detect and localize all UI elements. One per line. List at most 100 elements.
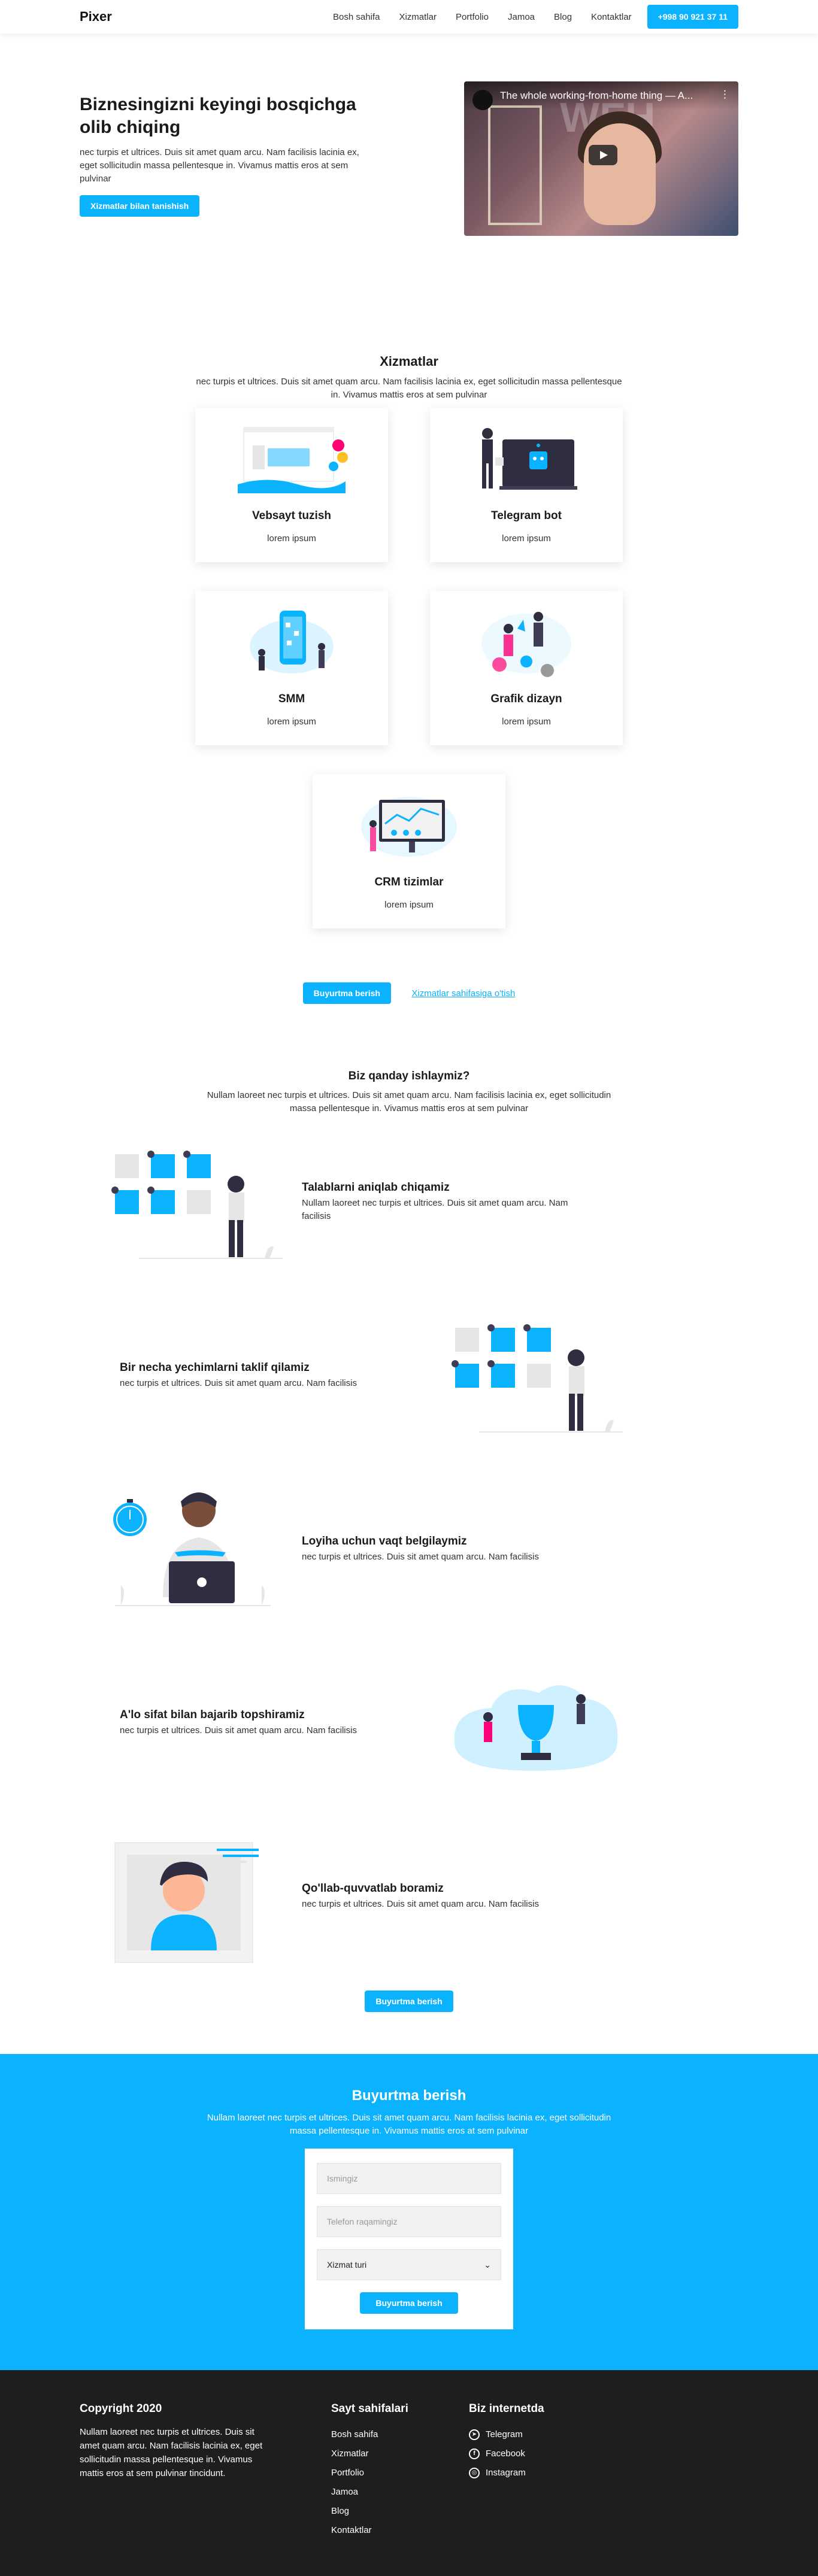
how-step-description: nec turpis et ultrices. Duis sit amet qu… [120, 1378, 357, 1388]
how-step-title: A'lo sifat bilan bajarib topshiramiz [120, 1709, 305, 1721]
service-card-title: CRM tizimlar [374, 876, 444, 888]
phone-button[interactable]: +998 90 921 37 11 [647, 5, 738, 29]
footer-link-home[interactable]: Bosh sahifa [331, 2425, 469, 2444]
phone-input[interactable]: Telefon raqamingiz [317, 2206, 501, 2237]
nav-contacts[interactable]: Kontaktlar [591, 12, 632, 22]
social-label: Telegram [486, 2429, 523, 2440]
service-card-text: lorem ipsum [267, 717, 316, 727]
how-step-text: Talablarni aniqlab chiqamiz Nullam laore… [302, 1181, 589, 1223]
support-illustration [103, 1825, 283, 1968]
service-card-graphic-design[interactable]: Grafik dizayn lorem ipsum [430, 591, 623, 745]
services-title: Xizmatlar [380, 354, 438, 369]
play-icon[interactable] [589, 145, 617, 165]
service-card-title: Telegram bot [491, 509, 562, 522]
social-label: Facebook [486, 2448, 525, 2459]
service-card-smm[interactable]: SMM lorem ipsum [195, 591, 388, 745]
hero-content: Biznesingizni keyingi bosqichga olib chi… [80, 81, 367, 236]
service-card-text: lorem ipsum [502, 533, 551, 544]
how-step: Qo'llab-quvvatlab boramiz nec turpis et … [0, 1810, 818, 1983]
trophy-illustration [443, 1651, 623, 1795]
services-order-button[interactable]: Buyurtma berish [302, 982, 391, 1004]
how-step-description: Nullam laoreet nec turpis et ultrices. D… [302, 1198, 568, 1221]
how-order-button[interactable]: Buyurtma berish [365, 1991, 453, 2012]
video-title-bar: The whole working-from-home thing — A...… [464, 81, 738, 110]
main-nav: Bosh sahifa Xizmatlar Portfolio Jamoa Bl… [314, 5, 738, 29]
order-subtitle: Nullam laoreet nec turpis et ultrices. D… [207, 2113, 611, 2136]
footer-pages-title: Sayt sahifalari [331, 2402, 408, 2415]
more-options-icon[interactable]: ⋮ [720, 89, 730, 101]
service-select-value: Xizmat turi [327, 2260, 367, 2269]
time-planning-illustration [103, 1477, 283, 1621]
service-card-telegram-bot[interactable]: Telegram bot lorem ipsum [430, 408, 623, 562]
how-step-title: Loyiha uchun vaqt belgilaymiz [302, 1535, 467, 1548]
telegram-icon: ➤ [469, 2429, 480, 2440]
requirements-illustration [103, 1130, 283, 1274]
service-card-text: lorem ipsum [267, 533, 316, 544]
social-telegram[interactable]: ➤ Telegram [469, 2425, 544, 2444]
footer-social: Biz internetda ➤ Telegram f Facebook ◎ Inst… [469, 2402, 544, 2540]
instagram-icon: ◎ [469, 2468, 480, 2478]
video-person-face [584, 123, 656, 225]
how-step-text: Bir necha yechimlarni taklif qilamiz nec… [120, 1361, 407, 1390]
how-step-text: Loyiha uchun vaqt belgilaymiz nec turpis… [302, 1535, 589, 1564]
site-footer: Copyright 2020 Nullam laoreet nec turpis… [0, 2370, 818, 2576]
footer-social-list: ➤ Telegram f Facebook ◎ Instagram [469, 2425, 544, 2483]
service-card-website[interactable]: Vebsayt tuzish lorem ipsum [195, 408, 388, 562]
social-instagram[interactable]: ◎ Instagram [469, 2463, 544, 2483]
footer-pages-list: Bosh sahifa Xizmatlar Portfolio Jamoa Bl… [331, 2425, 469, 2540]
site-header: Pixer Bosh sahifa Xizmatlar Portfolio Ja… [0, 0, 818, 34]
footer-link-team[interactable]: Jamoa [331, 2483, 469, 2502]
footer-link-contacts[interactable]: Kontaktlar [331, 2521, 469, 2540]
hero-title: Biznesingizni keyingi bosqichga olib chi… [80, 95, 356, 137]
channel-avatar-icon[interactable] [472, 90, 493, 110]
footer-copyright: Copyright 2020 Nullam laoreet nec turpis… [80, 2402, 271, 2540]
service-select[interactable]: Xizmat turi ⌄ [317, 2249, 501, 2280]
video-title[interactable]: The whole working-from-home thing — A... [500, 90, 693, 101]
footer-link-portfolio[interactable]: Portfolio [331, 2463, 469, 2483]
order-form: Ismingiz Telefon raqamingiz Xizmat turi … [305, 2149, 513, 2329]
social-facebook[interactable]: f Facebook [469, 2444, 544, 2463]
nav-home[interactable]: Bosh sahifa [333, 12, 380, 22]
nav-blog[interactable]: Blog [554, 12, 572, 22]
how-title: Biz qanday ishlaymiz? [348, 1070, 470, 1082]
nav-portfolio[interactable]: Portfolio [456, 12, 489, 22]
order-submit-button[interactable]: Buyurtma berish [360, 2292, 458, 2314]
order-section: Buyurtma berish Nullam laoreet nec turpi… [0, 2054, 818, 2370]
services-page-link[interactable]: Xizmatlar sahifasiga o'tish [411, 988, 515, 999]
facebook-icon: f [469, 2448, 480, 2459]
how-step-description: nec turpis et ultrices. Duis sit amet qu… [120, 1725, 357, 1735]
how-step: A'lo sifat bilan bajarib topshiramiz nec… [0, 1636, 818, 1810]
social-label: Instagram [486, 2468, 526, 2478]
nav-services[interactable]: Xizmatlar [399, 12, 437, 22]
logo[interactable]: Pixer [80, 9, 112, 25]
design-illustration [430, 602, 623, 685]
services-subtitle: nec turpis et ultrices. Duis sit amet qu… [196, 377, 622, 400]
website-illustration [195, 418, 388, 502]
service-card-text: lorem ipsum [384, 900, 434, 910]
hero-text: nec turpis et ultrices. Duis sit amet qu… [80, 147, 359, 184]
services-actions: Buyurtma berish Xizmatlar sahifasiga o't… [0, 982, 818, 1004]
name-input[interactable]: Ismingiz [317, 2163, 501, 2194]
crm-illustration [313, 785, 505, 869]
services-cards: Vebsayt tuzish lorem ipsum Telegram bot … [80, 408, 738, 957]
footer-copyright-title: Copyright 2020 [80, 2402, 162, 2415]
footer-link-services[interactable]: Xizmatlar [331, 2444, 469, 2463]
how-step-description: nec turpis et ultrices. Duis sit amet qu… [302, 1899, 539, 1909]
chevron-down-icon: ⌄ [484, 2259, 491, 2269]
nav-team[interactable]: Jamoa [508, 12, 535, 22]
how-step-title: Qo'llab-quvvatlab boramiz [302, 1882, 444, 1895]
footer-social-title: Biz internetda [469, 2402, 544, 2415]
how-actions: Buyurtma berish [0, 1991, 818, 2012]
how-step: Loyiha uchun vaqt belgilaymiz nec turpis… [0, 1463, 818, 1636]
smm-illustration [195, 602, 388, 685]
solutions-illustration [443, 1304, 623, 1448]
how-step: Bir necha yechimlarni taklif qilamiz nec… [0, 1289, 818, 1463]
service-card-crm[interactable]: CRM tizimlar lorem ipsum [313, 774, 505, 929]
how-step-text: A'lo sifat bilan bajarib topshiramiz nec… [120, 1709, 407, 1737]
footer-link-blog[interactable]: Blog [331, 2502, 469, 2521]
how-section: Biz qanday ishlaymiz? Nullam laoreet nec… [0, 1004, 818, 2012]
order-title: Buyurtma berish [352, 2087, 466, 2104]
video-embed[interactable]: WFH The whole working-from-home thing — … [464, 81, 738, 236]
service-card-text: lorem ipsum [502, 717, 551, 727]
hero-services-button[interactable]: Xizmatlar bilan tanishish [80, 195, 200, 217]
